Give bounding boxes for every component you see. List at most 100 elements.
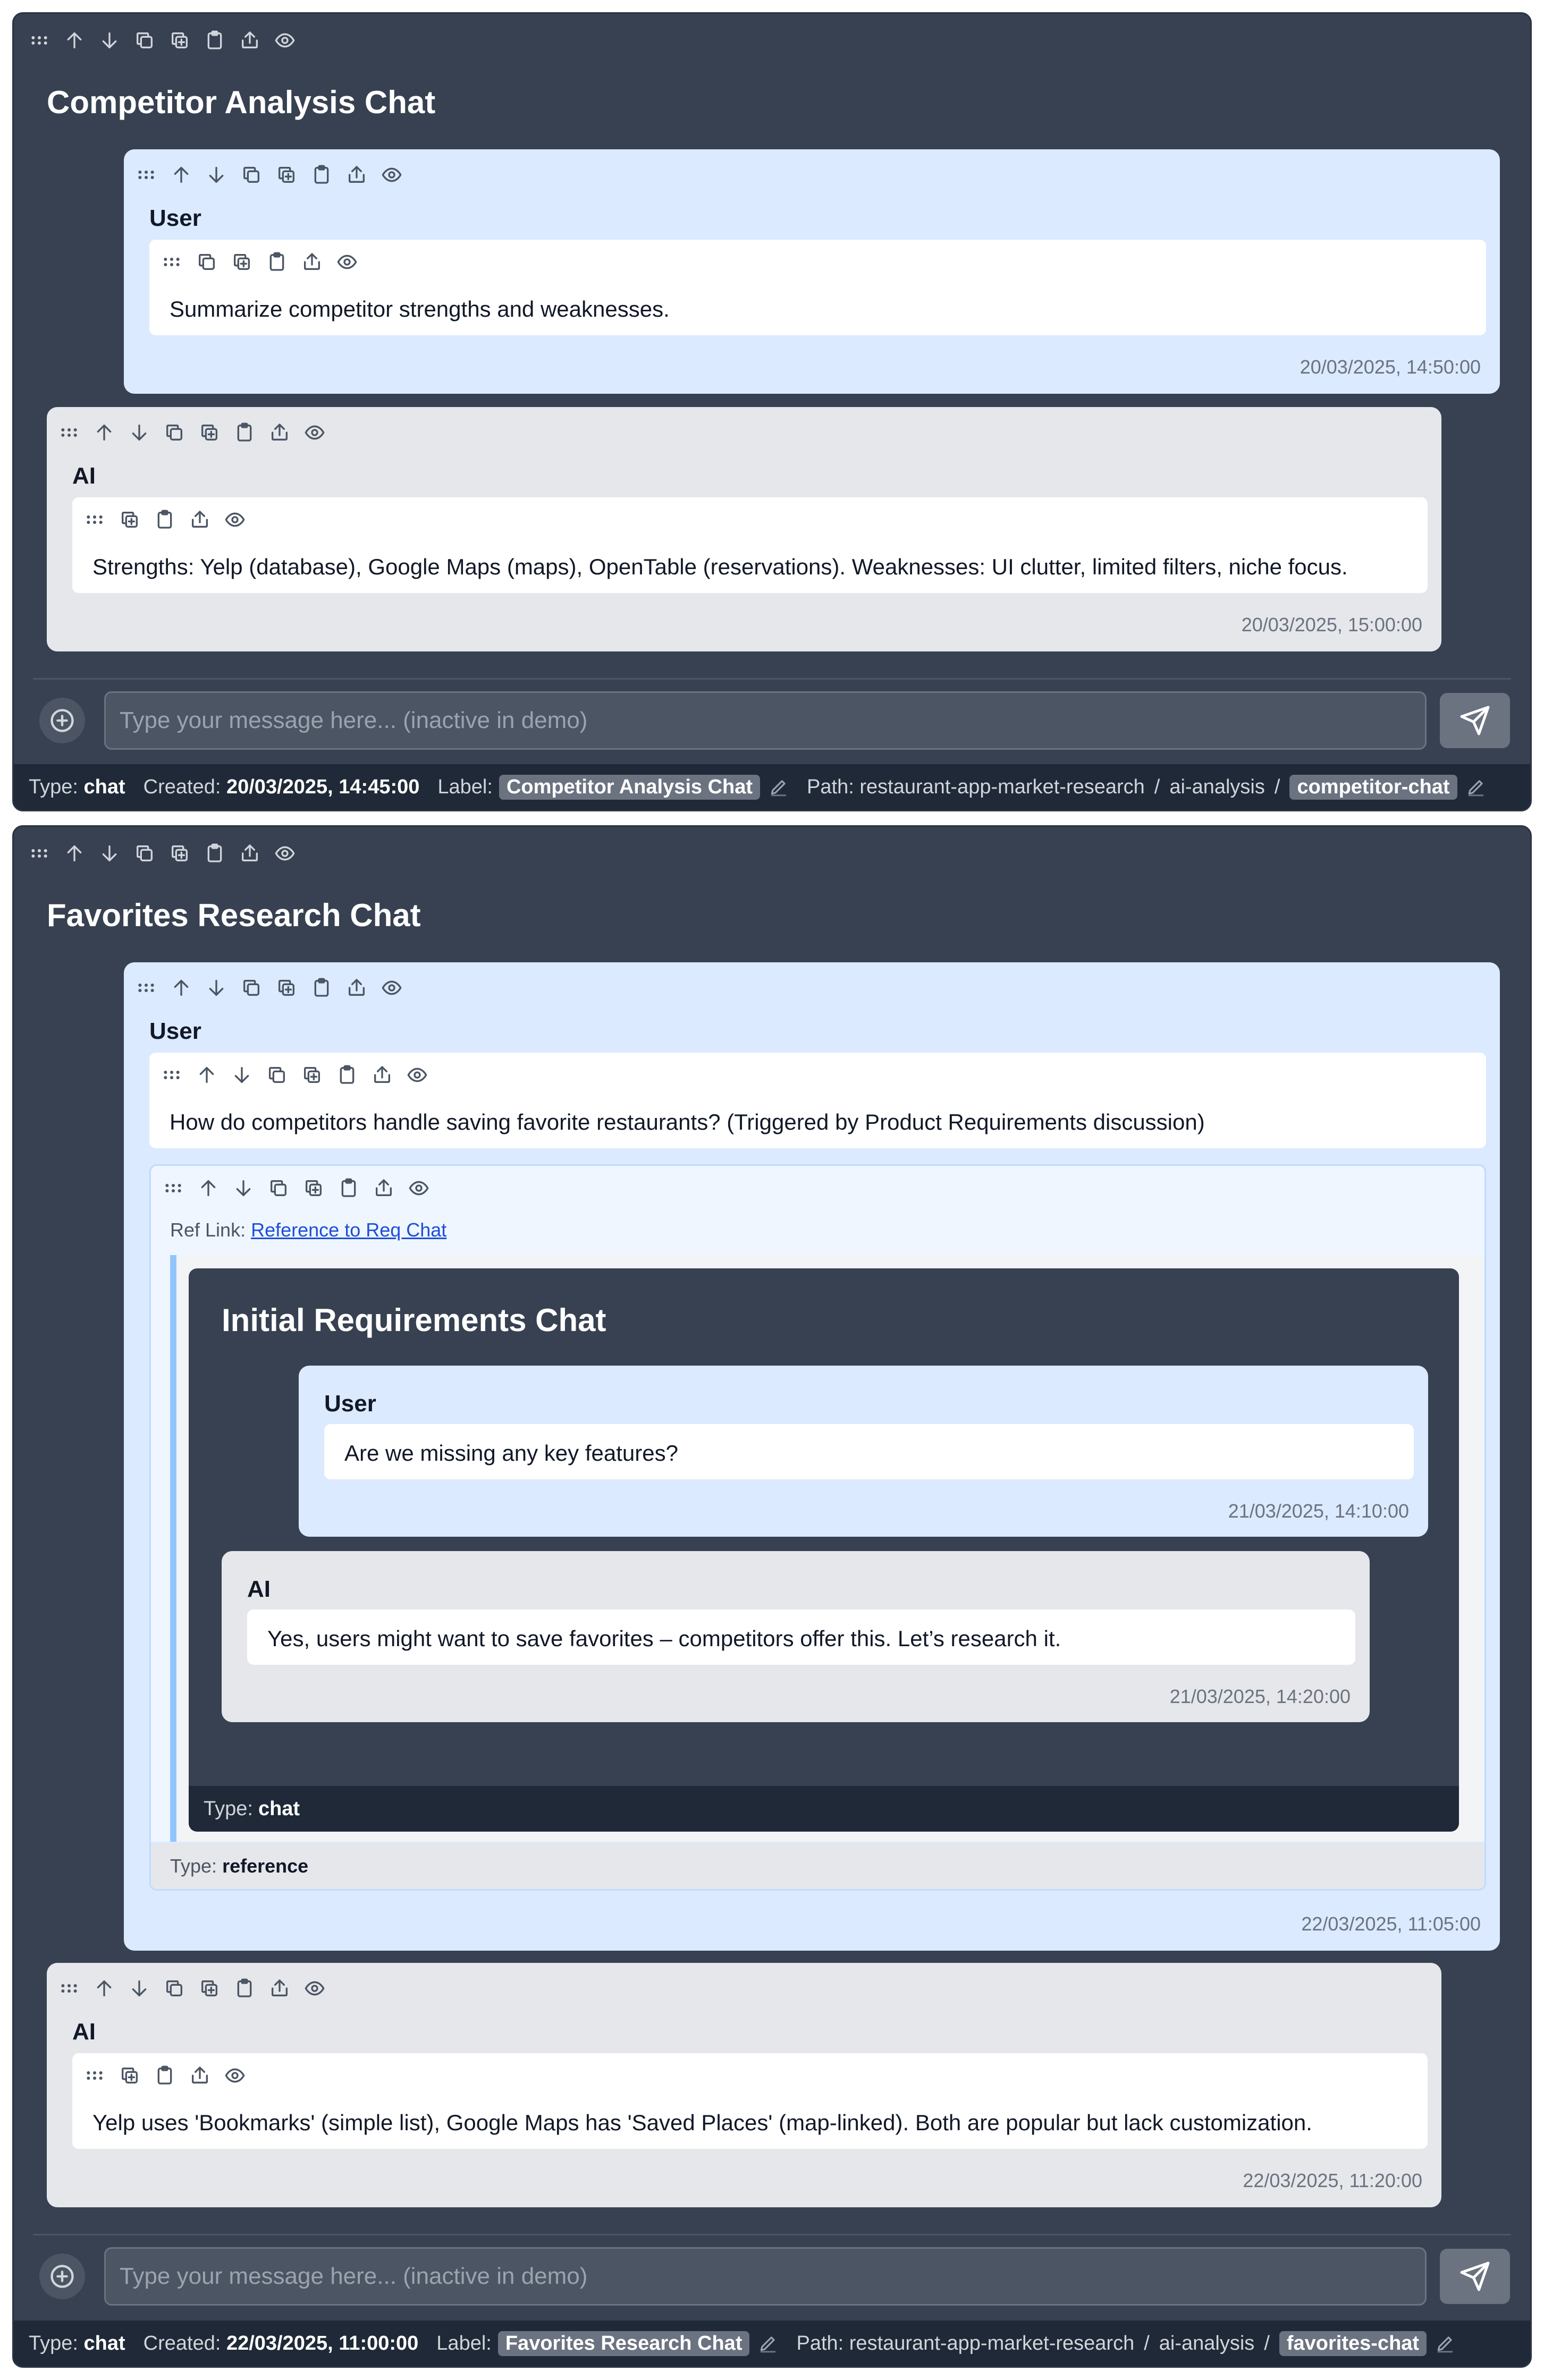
share-icon[interactable] [238,842,261,865]
drag-handle-icon[interactable] [134,976,158,1000]
copy-icon[interactable] [163,421,186,444]
clipboard-icon[interactable] [337,1176,360,1200]
duplicate-icon[interactable] [198,1977,221,2000]
path-leaf-tag[interactable]: competitor-chat [1289,774,1457,800]
duplicate-icon[interactable] [275,976,298,1000]
clipboard-icon[interactable] [203,842,226,865]
eye-icon[interactable] [303,421,326,444]
arrow-down-icon[interactable] [205,163,228,187]
arrow-down-icon[interactable] [232,1176,255,1200]
copy-icon[interactable] [133,29,156,52]
arrow-down-icon[interactable] [128,1977,151,2000]
arrow-down-icon[interactable] [98,29,121,52]
send-button[interactable] [1440,2249,1510,2304]
arrow-up-icon[interactable] [195,1063,218,1087]
arrow-down-icon[interactable] [205,976,228,1000]
share-icon[interactable] [372,1176,395,1200]
arrow-up-icon[interactable] [170,163,193,187]
path-segment[interactable]: restaurant-app-market-research [859,776,1144,799]
arrow-up-icon[interactable] [170,976,193,1000]
share-icon[interactable] [268,1977,291,2000]
label-tag[interactable]: Competitor Analysis Chat [499,774,761,800]
pencil-icon[interactable] [758,2333,778,2353]
drag-handle-icon[interactable] [83,2064,106,2087]
share-icon[interactable] [345,163,368,187]
share-icon[interactable] [188,508,212,531]
message-input[interactable] [104,691,1427,750]
drag-handle-icon[interactable] [160,1063,183,1087]
clipboard-icon[interactable] [265,250,289,274]
copy-icon[interactable] [267,1176,290,1200]
copy-icon[interactable] [195,250,218,274]
ref-link[interactable]: Reference to Req Chat [251,1219,446,1241]
duplicate-icon[interactable] [300,1063,324,1087]
eye-icon[interactable] [223,2064,247,2087]
pencil-icon[interactable] [769,777,789,797]
pencil-icon[interactable] [1435,2333,1455,2353]
copy-icon[interactable] [240,976,263,1000]
duplicate-icon[interactable] [168,29,191,52]
arrow-up-icon[interactable] [63,842,86,865]
arrow-up-icon[interactable] [197,1176,220,1200]
share-icon[interactable] [345,976,368,1000]
share-icon[interactable] [188,2064,212,2087]
arrow-up-icon[interactable] [92,421,116,444]
eye-icon[interactable] [223,508,247,531]
eye-icon[interactable] [335,250,359,274]
message-text: How do competitors handle saving favorit… [170,1109,1205,1134]
eye-icon[interactable] [380,976,403,1000]
attach-button[interactable] [39,2254,85,2299]
clipboard-icon[interactable] [233,1977,256,2000]
copy-icon[interactable] [240,163,263,187]
arrow-down-icon[interactable] [230,1063,254,1087]
duplicate-icon[interactable] [198,421,221,444]
attach-button[interactable] [39,698,85,743]
duplicate-icon[interactable] [302,1176,325,1200]
arrow-down-icon[interactable] [98,842,121,865]
arrow-down-icon[interactable] [128,421,151,444]
clipboard-icon[interactable] [310,976,333,1000]
eye-icon[interactable] [303,1977,326,2000]
duplicate-icon[interactable] [118,2064,141,2087]
path-leaf-tag[interactable]: favorites-chat [1279,2331,1427,2356]
drag-handle-icon[interactable] [28,842,51,865]
share-icon[interactable] [370,1063,394,1087]
path-segment[interactable]: ai-analysis [1159,2332,1255,2355]
eye-icon[interactable] [273,29,297,52]
path-segment[interactable]: restaurant-app-market-research [849,2332,1134,2355]
share-icon[interactable] [268,421,291,444]
copy-icon[interactable] [163,1977,186,2000]
path-segment[interactable]: ai-analysis [1169,776,1265,799]
copy-icon[interactable] [133,842,156,865]
eye-icon[interactable] [406,1063,429,1087]
drag-handle-icon[interactable] [83,508,106,531]
duplicate-icon[interactable] [118,508,141,531]
clipboard-icon[interactable] [233,421,256,444]
share-icon[interactable] [300,250,324,274]
eye-icon[interactable] [380,163,403,187]
duplicate-icon[interactable] [230,250,254,274]
drag-handle-icon[interactable] [28,29,51,52]
clipboard-icon[interactable] [335,1063,359,1087]
clipboard-icon[interactable] [153,2064,176,2087]
arrow-up-icon[interactable] [63,29,86,52]
share-icon[interactable] [238,29,261,52]
drag-handle-icon[interactable] [160,250,183,274]
copy-icon[interactable] [265,1063,289,1087]
message-input[interactable] [104,2247,1427,2306]
eye-icon[interactable] [407,1176,431,1200]
arrow-up-icon[interactable] [92,1977,116,2000]
drag-handle-icon[interactable] [57,421,81,444]
eye-icon[interactable] [273,842,297,865]
duplicate-icon[interactable] [168,842,191,865]
pencil-icon[interactable] [1466,777,1486,797]
clipboard-icon[interactable] [153,508,176,531]
drag-handle-icon[interactable] [134,163,158,187]
clipboard-icon[interactable] [310,163,333,187]
send-button[interactable] [1440,693,1510,748]
drag-handle-icon[interactable] [162,1176,185,1200]
label-tag[interactable]: Favorites Research Chat [497,2331,750,2356]
clipboard-icon[interactable] [203,29,226,52]
duplicate-icon[interactable] [275,163,298,187]
drag-handle-icon[interactable] [57,1977,81,2000]
